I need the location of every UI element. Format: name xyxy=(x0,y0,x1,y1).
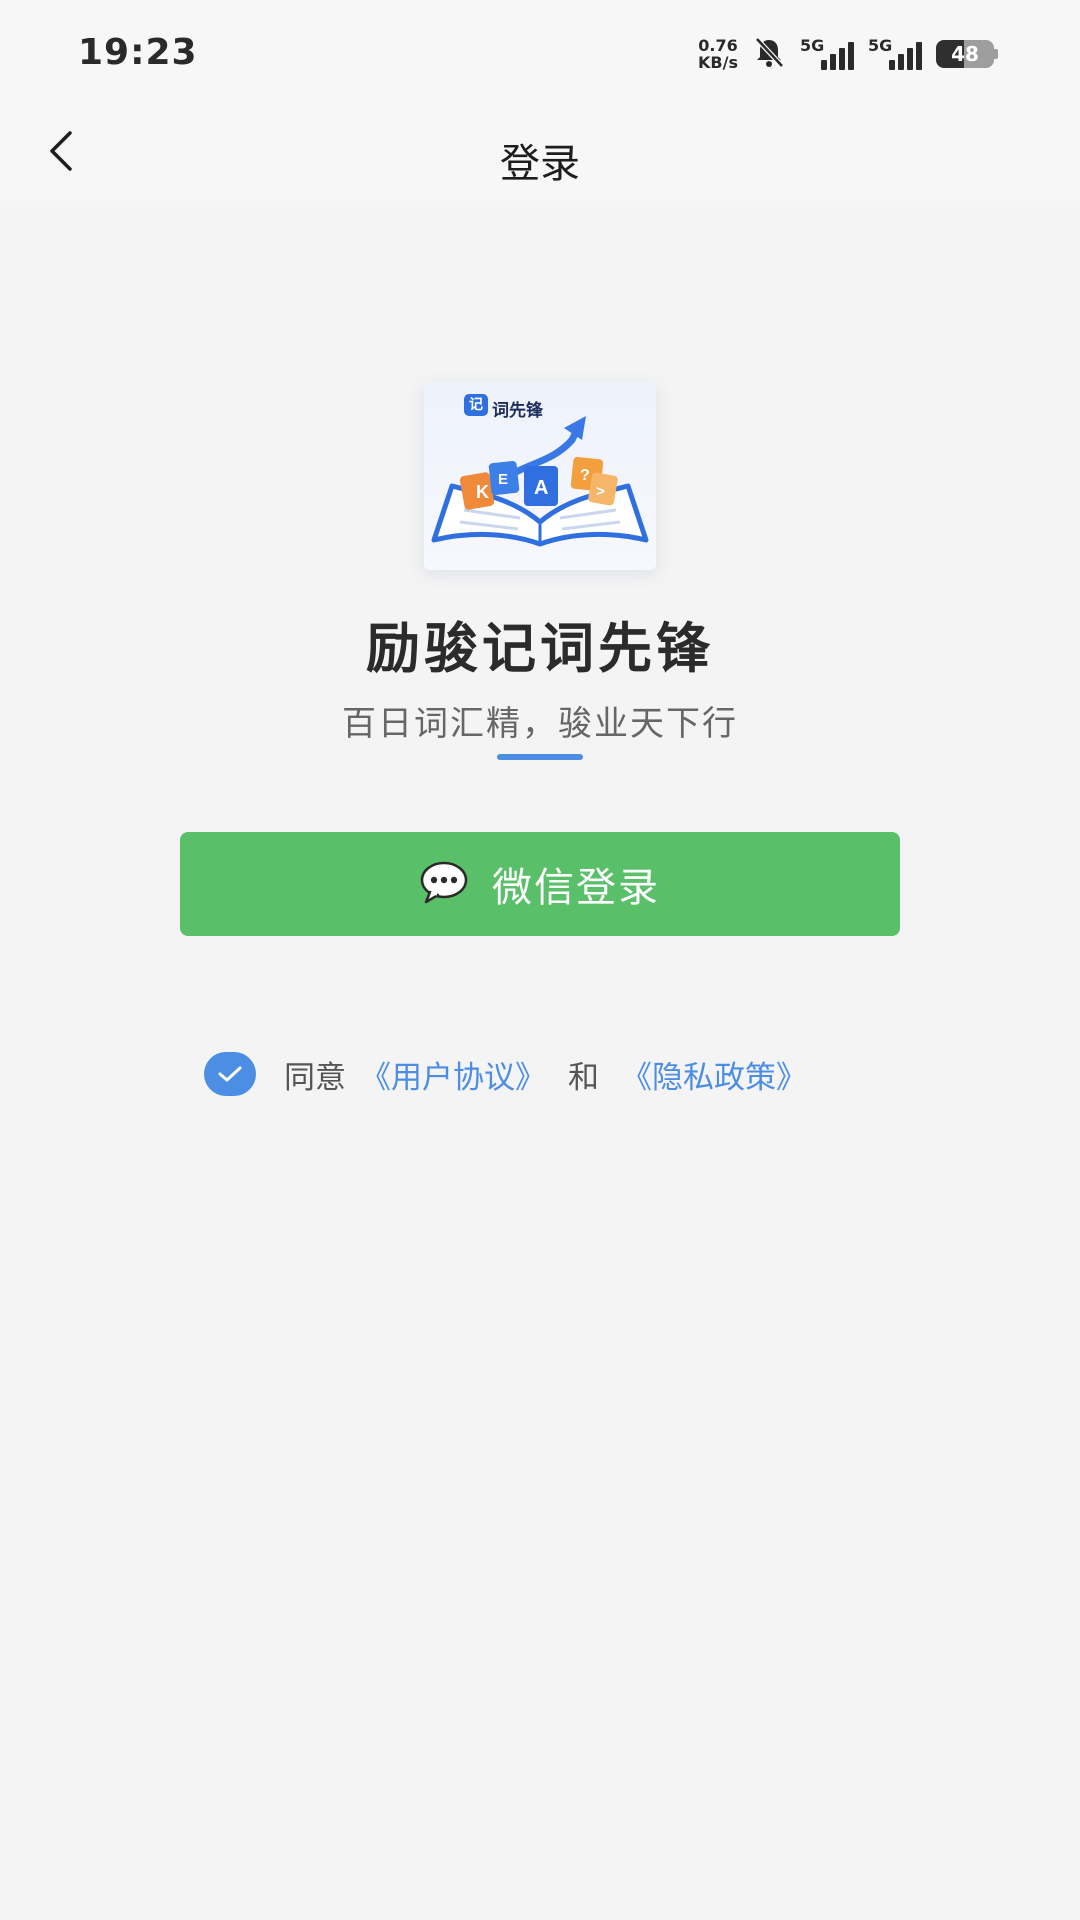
wechat-login-button[interactable]: 微信登录 xyxy=(180,832,900,936)
nav-bar: 登录 xyxy=(0,105,1080,201)
network-speed: 0.76 KB/s xyxy=(698,37,738,71)
agreement-row: 同意 《用户协议》 和 《隐私政策》 xyxy=(204,1052,807,1096)
logo-badge: 记 xyxy=(464,394,488,416)
page-title: 登录 xyxy=(500,141,580,187)
wechat-chat-icon xyxy=(420,860,472,908)
check-icon xyxy=(217,1056,243,1092)
network-speed-unit: KB/s xyxy=(698,53,738,72)
slogan-underline xyxy=(497,754,583,760)
bell-muted-icon xyxy=(752,35,786,73)
status-time: 19:23 xyxy=(78,32,198,73)
signal-sim2: 5G xyxy=(868,36,922,72)
battery-level: 48 xyxy=(936,40,994,68)
privacy-policy-link[interactable]: 《隐私政策》 xyxy=(621,1052,807,1097)
user-agreement-link[interactable]: 《用户协议》 xyxy=(360,1052,546,1097)
and-text: 和 xyxy=(568,1059,599,1096)
app-logo: 记 词先锋 K A E ? > xyxy=(424,382,656,570)
logo-brand-text: 词先锋 xyxy=(492,401,543,421)
agree-text: 同意 xyxy=(284,1059,346,1096)
wechat-login-label: 微信登录 xyxy=(492,865,660,911)
network-speed-value: 0.76 xyxy=(698,36,738,55)
app-name: 励骏记词先锋 xyxy=(366,617,714,680)
signal-bars-icon xyxy=(889,42,922,70)
battery-icon: 48 xyxy=(936,40,998,68)
signal-sim1: 5G xyxy=(800,36,854,72)
status-icons: 0.76 KB/s 5G 5G 48 xyxy=(698,34,998,74)
app-slogan: 百日词汇精，骏业天下行 xyxy=(342,704,738,744)
status-bar: 19:23 0.76 KB/s 5G 5G 48 xyxy=(0,0,1080,105)
agreement-checkbox[interactable] xyxy=(204,1052,256,1096)
signal-bars-icon xyxy=(821,42,854,70)
